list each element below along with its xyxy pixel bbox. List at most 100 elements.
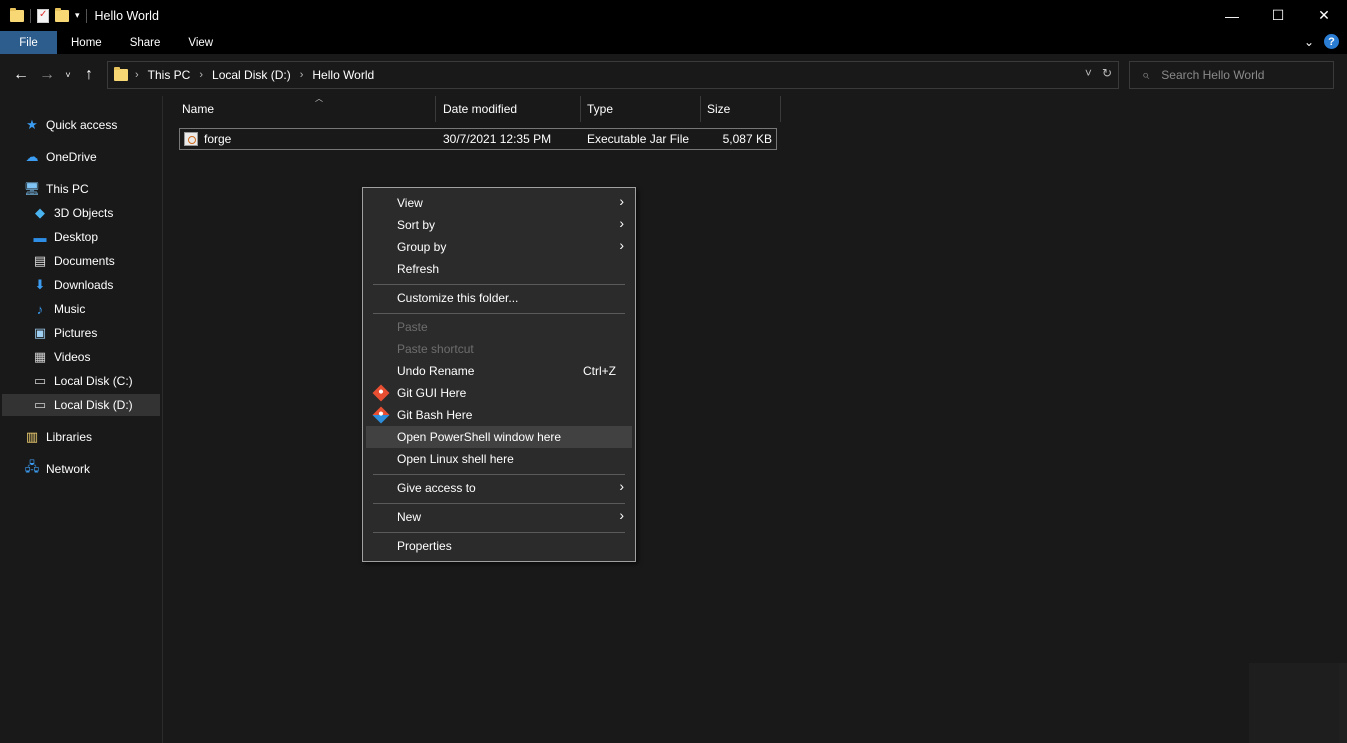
sidebar-item-libraries[interactable]: ▥ Libraries [24, 426, 92, 448]
column-header-label: Size [707, 102, 731, 116]
refresh-icon[interactable]: ↻ [1102, 66, 1112, 80]
menu-item-git-gui-here[interactable]: Git GUI Here [366, 382, 632, 404]
sidebar-item-3d-objects[interactable]: ◆ 3D Objects [32, 202, 113, 224]
expand-ribbon-chevron-icon[interactable]: ⌄ [1304, 35, 1314, 49]
sidebar-item-label: Network [46, 462, 91, 476]
menu-item-view[interactable]: View › [366, 192, 632, 214]
back-button[interactable]: ← [8, 60, 34, 90]
download-icon: ⬇ [34, 277, 46, 292]
menu-item-open-linux-shell[interactable]: Open Linux shell here [366, 448, 632, 470]
drive-icon: ▭ [33, 373, 47, 388]
sidebar-item-label: Videos [54, 350, 91, 364]
sidebar-item-local-disk-c[interactable]: ▭ Local Disk (C:) [32, 370, 133, 392]
up-button[interactable]: ↑ [76, 60, 102, 90]
maximize-button[interactable]: ☐ [1255, 0, 1301, 31]
submenu-arrow-icon: › [619, 237, 624, 253]
column-header-type[interactable]: Type [581, 96, 701, 122]
context-menu: View › Sort by › Group by › Refresh Cust… [362, 187, 636, 562]
sidebar-item-label: Desktop [54, 230, 99, 244]
toolbar-separator [85, 8, 87, 23]
sidebar-item-this-pc[interactable]: 🖥 This PC [24, 178, 89, 200]
sidebar-item-label: Downloads [54, 278, 114, 292]
column-header-label: Date modified [443, 102, 518, 116]
file-size: 5,087 KB [722, 132, 772, 146]
menu-item-label: Group by [397, 240, 447, 254]
submenu-arrow-icon: › [619, 507, 624, 523]
menu-item-label: Sort by [397, 218, 436, 232]
background-panel [1249, 663, 1339, 743]
sidebar-item-label: Libraries [46, 430, 93, 444]
search-input[interactable] [1161, 68, 1322, 82]
sidebar-item-network[interactable]: 🖧 Network [24, 458, 90, 480]
network-icon: 🖧 [24, 459, 40, 474]
sidebar-item-label: Pictures [54, 326, 98, 340]
menu-item-properties[interactable]: Properties [366, 535, 632, 557]
music-icon: ♪ [36, 301, 44, 317]
menu-divider [373, 313, 625, 314]
menu-item-label: Open Linux shell here [397, 452, 514, 466]
sidebar-item-onedrive[interactable]: ☁ OneDrive [24, 146, 97, 168]
close-button[interactable]: ✕ [1301, 0, 1347, 31]
breadcrumb-hello-world[interactable]: Hello World [312, 68, 374, 82]
sidebar-item-pictures[interactable]: ▣ Pictures [32, 322, 98, 344]
menu-item-label: Paste [397, 320, 428, 334]
address-dropdown-icon[interactable]: ˅ [1085, 66, 1092, 80]
file-list-view[interactable]: Name ︿ Date modified Type Size forge 30/… [164, 94, 1347, 743]
column-header-size[interactable]: Size [701, 96, 781, 122]
sidebar-item-videos[interactable]: ▦ Videos [32, 346, 91, 368]
menu-divider [373, 284, 625, 285]
file-row-forge[interactable]: forge 30/7/2021 12:35 PM Executable Jar … [179, 128, 777, 150]
column-header-name[interactable]: Name ︿ [176, 94, 436, 122]
new-folder-icon[interactable] [55, 7, 69, 22]
cube-icon: ◆ [35, 205, 45, 220]
tab-view[interactable]: View [174, 31, 227, 54]
window-title: Hello World [94, 8, 159, 23]
menu-item-open-powershell[interactable]: Open PowerShell window here [366, 426, 632, 448]
sidebar-item-label: 3D Objects [54, 206, 114, 220]
sidebar-item-desktop[interactable]: ▬ Desktop [32, 226, 99, 248]
recent-locations-dropdown[interactable]: ˅ [60, 60, 76, 90]
menu-item-undo-rename[interactable]: Undo Rename Ctrl+Z [366, 360, 632, 382]
tab-home[interactable]: Home [57, 31, 116, 54]
menu-item-new[interactable]: New › [366, 506, 632, 528]
menu-item-give-access-to[interactable]: Give access to › [366, 477, 632, 499]
folder-icon[interactable] [10, 7, 24, 22]
menu-item-label: Open PowerShell window here [397, 430, 562, 444]
sidebar-item-documents[interactable]: ▤ Documents [32, 250, 115, 272]
menu-item-sort-by[interactable]: Sort by › [366, 214, 632, 236]
menu-item-group-by[interactable]: Group by › [366, 236, 632, 258]
column-header-date-modified[interactable]: Date modified [437, 96, 581, 122]
sidebar-item-downloads[interactable]: ⬇ Downloads [32, 274, 114, 296]
breadcrumb-separator[interactable]: › [300, 69, 304, 81]
sidebar-item-local-disk-d[interactable]: ▭ Local Disk (D:) [2, 394, 160, 416]
breadcrumb-separator[interactable]: › [135, 69, 139, 81]
sidebar-item-music[interactable]: ♪ Music [32, 298, 86, 320]
breadcrumb-this-pc[interactable]: This PC [148, 68, 191, 82]
forward-button[interactable]: → [34, 60, 60, 90]
quick-access-toolbar: ▾ [0, 0, 87, 31]
help-icon[interactable]: ? [1324, 34, 1339, 49]
menu-item-refresh[interactable]: Refresh [366, 258, 632, 280]
menu-item-customize-folder[interactable]: Customize this folder... [366, 287, 632, 309]
sidebar-item-quick-access[interactable]: ★ Quick access [24, 114, 117, 136]
menu-divider [373, 474, 625, 475]
breadcrumb-local-disk-d[interactable]: Local Disk (D:) [212, 68, 291, 82]
document-icon: ▤ [33, 253, 47, 268]
tab-file[interactable]: File [0, 31, 57, 54]
tab-share[interactable]: Share [116, 31, 175, 54]
minimize-button[interactable]: — [1209, 0, 1255, 31]
search-box[interactable]: ⌕ [1129, 61, 1334, 89]
drive-icon: ▭ [33, 397, 47, 412]
customize-toolbar-dropdown-icon[interactable]: ▾ [75, 10, 80, 21]
menu-item-paste-shortcut[interactable]: Paste shortcut [366, 338, 632, 360]
menu-item-paste[interactable]: Paste [366, 316, 632, 338]
menu-item-shortcut: Ctrl+Z [583, 364, 616, 378]
scrollbar-track[interactable] [1339, 663, 1347, 743]
properties-icon[interactable] [37, 8, 49, 23]
address-bar[interactable]: › This PC › Local Disk (D:) › Hello Worl… [107, 61, 1119, 89]
breadcrumb-separator[interactable]: › [199, 69, 203, 81]
git-bash-icon [372, 406, 390, 424]
menu-item-git-bash-here[interactable]: Git Bash Here [366, 404, 632, 426]
star-icon: ★ [26, 117, 38, 132]
file-type: Executable Jar File [587, 132, 690, 146]
